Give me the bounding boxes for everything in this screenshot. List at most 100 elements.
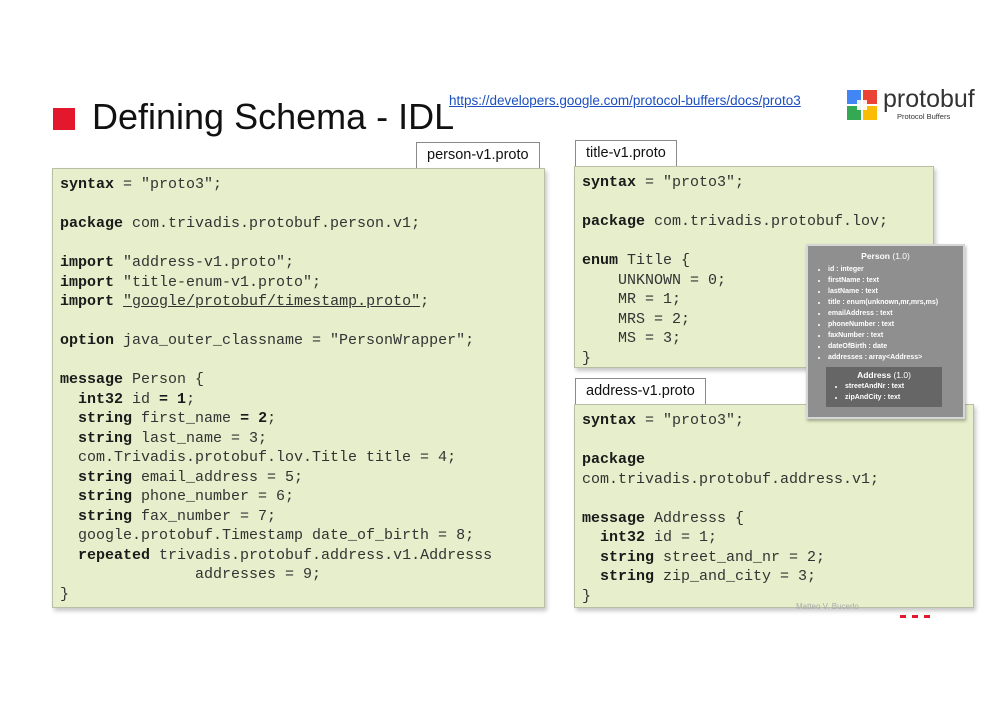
- code-keyword: import: [60, 293, 115, 310]
- code-line: google.protobuf.Timestamp date_of_birth …: [60, 527, 474, 544]
- code-keyword: package: [60, 215, 124, 232]
- code-line: package com.trivadis.protobuf.lov;: [582, 213, 888, 230]
- schema-field: phoneNumber : text: [828, 319, 963, 330]
- code-line: option java_outer_classname = "PersonWra…: [60, 332, 474, 349]
- footer-brand-dashes: [900, 605, 945, 618]
- code-text: google.protobuf.Timestamp date_of_birth …: [60, 527, 475, 544]
- schema-field: emailAddress : text: [828, 308, 963, 319]
- nested-field: streetAndNr : text: [845, 381, 942, 392]
- code-keyword: string: [78, 429, 133, 447]
- code-text: ;: [186, 390, 196, 408]
- code-panel-address: syntax = "proto3"; package com.trivadis.…: [574, 404, 974, 608]
- code-keyword: string: [600, 568, 655, 585]
- code-keyword: string: [600, 548, 655, 566]
- code-line: package: [582, 451, 645, 468]
- code-text: ;: [267, 410, 277, 427]
- code-text: com.trivadis.protobuf.address.v1;: [582, 470, 880, 488]
- address-schema-card: Address (1.0) streetAndNr : text zipAndC…: [826, 367, 942, 407]
- schema-field: dateOfBirth : date: [828, 341, 963, 352]
- code-line: MR = 1;: [582, 291, 681, 308]
- code-line: int32 id = 1;: [60, 391, 195, 408]
- code-line: import "address-v1.proto";: [60, 254, 294, 271]
- code-block-address: syntax = "proto3"; package com.trivadis.…: [582, 411, 966, 606]
- code-text: trivadis.protobuf.address.v1.Addresss: [150, 546, 493, 564]
- code-line: enum Title {: [582, 252, 690, 269]
- code-line: message Person {: [60, 371, 204, 388]
- code-keyword: int32: [600, 529, 646, 546]
- code-text: MR = 1;: [582, 291, 682, 308]
- code-text: }: [582, 349, 592, 367]
- schema-field: lastName : text: [828, 286, 963, 297]
- code-text: last_name = 3;: [132, 429, 268, 447]
- schema-field-list: id : integer firstName : text lastName :…: [808, 264, 963, 363]
- code-text: first_name: [132, 410, 241, 427]
- code-text: email_address = 5;: [132, 468, 304, 486]
- code-line: addresses = 9;: [60, 566, 321, 583]
- code-line: }: [60, 586, 69, 603]
- code-keyword: package: [582, 213, 646, 230]
- code-line: string phone_number = 6;: [60, 488, 294, 505]
- code-text: addresses = 9;: [60, 566, 322, 583]
- code-text: UNKNOWN = 0;: [582, 271, 727, 289]
- code-text: zip_and_city = 3;: [654, 568, 817, 585]
- code-line: }: [582, 588, 591, 605]
- code-line: syntax = "proto3";: [60, 176, 222, 193]
- code-keyword: syntax: [582, 412, 637, 429]
- code-keyword: package: [582, 451, 646, 468]
- person-schema-card: Person (1.0) id : integer firstName : te…: [806, 244, 965, 419]
- code-line: import "title-enum-v1.proto";: [60, 274, 321, 291]
- code-keyword: string: [78, 468, 133, 486]
- tab-address-v1-proto[interactable]: address-v1.proto: [575, 378, 706, 405]
- code-text: com.trivadis.protobuf.lov;: [645, 213, 889, 230]
- code-text: = "proto3";: [636, 174, 745, 191]
- code-line: UNKNOWN = 0;: [582, 272, 726, 289]
- code-text: MRS = 2;: [582, 310, 691, 328]
- protobuf-logo-word: protobuf: [883, 85, 975, 113]
- code-line: repeated trivadis.protobuf.address.v1.Ad…: [60, 547, 492, 564]
- code-line: MRS = 2;: [582, 311, 690, 328]
- code-line: string street_and_nr = 2;: [582, 549, 825, 566]
- tab-title-v1-proto[interactable]: title-v1.proto: [575, 140, 677, 167]
- schema-field: firstName : text: [828, 275, 963, 286]
- schema-field: title : enum(unknown,mr,mrs,ms): [828, 297, 963, 308]
- code-text: "title-enum-v1.proto";: [114, 273, 322, 291]
- slide-title: Defining Schema - IDL: [92, 96, 455, 137]
- schema-card-version: (1.0): [892, 251, 910, 261]
- title-bullet-square: [53, 108, 75, 130]
- code-line: string email_address = 5;: [60, 469, 303, 486]
- code-text: }: [582, 587, 592, 605]
- code-text: = "proto3";: [114, 176, 223, 193]
- code-text: com.Trivadis.protobuf.lov.Title title = …: [60, 449, 457, 466]
- protobuf-logo: protobuf Protocol Buffers: [847, 85, 975, 124]
- code-text: Addresss {: [645, 509, 745, 527]
- code-keyword: string: [78, 410, 133, 427]
- protobuf-logo-subtitle: Protocol Buffers: [897, 112, 951, 121]
- code-line: import "google/protobuf/timestamp.proto"…: [60, 293, 429, 310]
- code-line: com.Trivadis.protobuf.lov.Title title = …: [60, 449, 456, 466]
- code-keyword: option: [60, 332, 115, 349]
- code-line: syntax = "proto3";: [582, 412, 744, 429]
- code-line: string zip_and_city = 3;: [582, 568, 816, 585]
- code-text: Person {: [123, 371, 205, 388]
- code-text: = "proto3";: [636, 412, 745, 429]
- proto3-docs-link[interactable]: https://developers.google.com/protocol-b…: [449, 93, 801, 108]
- code-text: fax_number = 7;: [132, 507, 277, 525]
- nested-field: zipAndCity : text: [845, 392, 942, 403]
- code-text: }: [60, 585, 70, 603]
- schema-card-name: Person: [861, 251, 890, 261]
- schema-card-title: Person (1.0): [808, 251, 963, 261]
- tab-person-v1-proto[interactable]: person-v1.proto: [416, 142, 540, 169]
- code-line: com.trivadis.protobuf.address.v1;: [582, 471, 879, 488]
- code-keyword: string: [78, 488, 133, 505]
- code-text: id: [123, 390, 160, 408]
